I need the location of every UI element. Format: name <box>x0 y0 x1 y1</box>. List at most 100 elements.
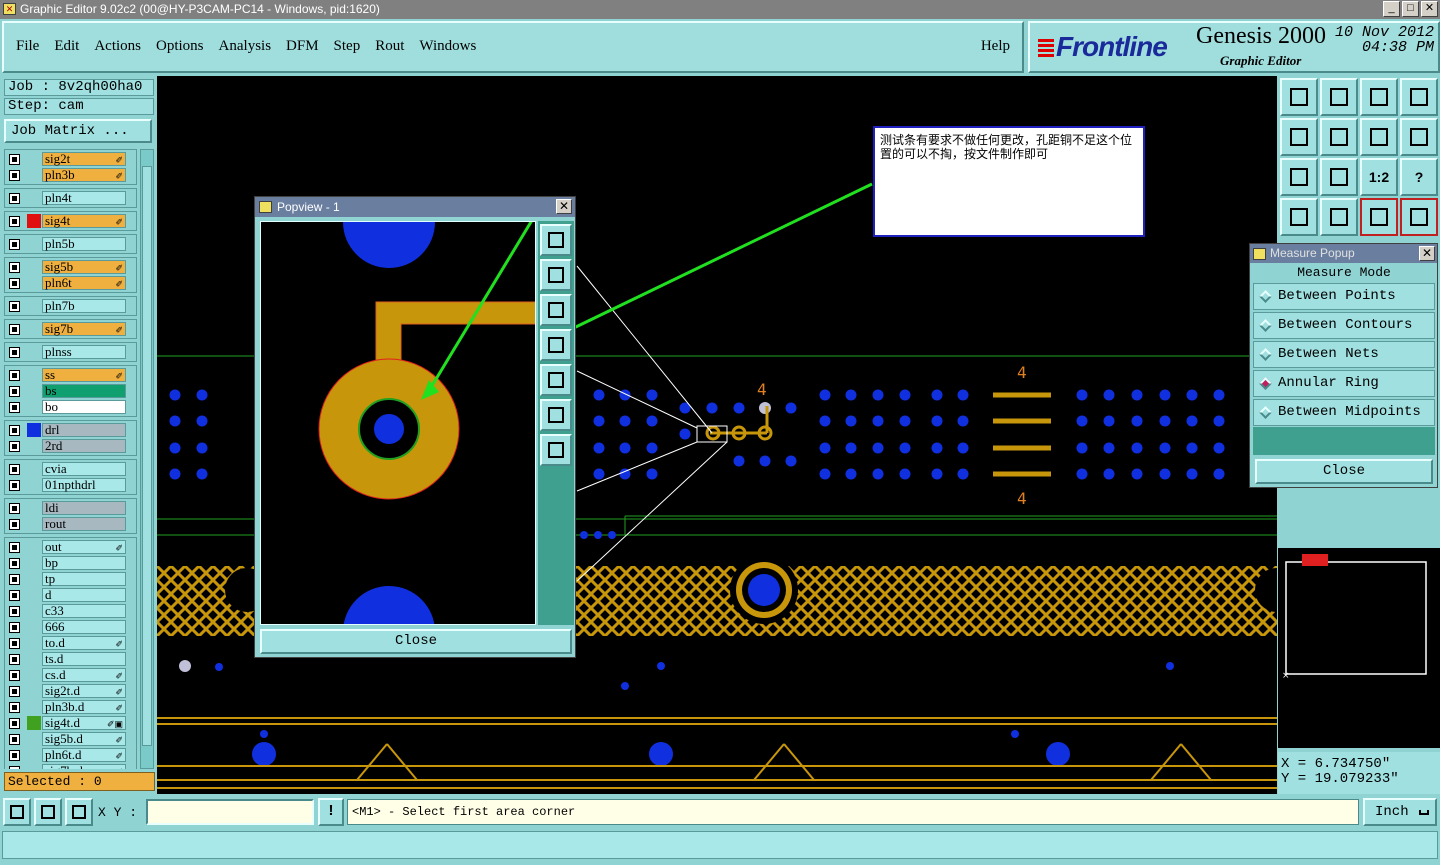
layer-checkbox[interactable] <box>9 425 20 436</box>
layer-row-ss[interactable]: ss ✐ <box>5 367 136 383</box>
layer-checkbox[interactable] <box>9 622 20 633</box>
layer-name[interactable]: pln3b.d ✐ <box>42 700 126 714</box>
layer-checkbox[interactable] <box>9 278 20 289</box>
layer-row-sig2t.d[interactable]: sig2t.d ✐ <box>5 683 136 699</box>
layer-row-plnss[interactable]: plnss <box>5 344 136 360</box>
layer-color-swatch[interactable] <box>27 716 41 730</box>
layer-name[interactable]: sig5b ✐ <box>42 260 126 274</box>
layer-color-swatch[interactable] <box>27 214 41 228</box>
layer-row-2rd[interactable]: 2rd <box>5 438 136 454</box>
layer-name[interactable]: 01npthdrl <box>42 478 126 492</box>
layer-row-sig2t[interactable]: sig2t ✐ <box>5 151 136 167</box>
settings-icon[interactable] <box>1280 198 1318 236</box>
layer-checkbox[interactable] <box>9 154 20 165</box>
layer-checkbox[interactable] <box>9 216 20 227</box>
mirror-icon[interactable] <box>1400 118 1438 156</box>
menu-step[interactable]: Step <box>334 38 361 55</box>
layer-checkbox[interactable] <box>9 324 20 335</box>
layer-checkbox[interactable] <box>9 503 20 514</box>
popview-close-icon[interactable]: ✕ <box>556 199 572 214</box>
layer-row-pln3b[interactable]: pln3b ✐ <box>5 167 136 183</box>
view-indicator[interactable] <box>1302 554 1328 566</box>
layer-name[interactable]: ss ✐ <box>42 368 126 382</box>
layer-row-pln6t[interactable]: pln6t ✐ <box>5 275 136 291</box>
layer-name[interactable]: rout <box>42 517 126 531</box>
popview-zoom-area[interactable] <box>260 221 536 625</box>
layer-checkbox[interactable] <box>9 686 20 697</box>
layer-name[interactable]: c33 <box>42 604 126 618</box>
menu-rout[interactable]: Rout <box>375 38 404 55</box>
layer-checkbox[interactable] <box>9 574 20 585</box>
layer-name[interactable]: cvia <box>42 462 126 476</box>
layer-checkbox[interactable] <box>9 370 20 381</box>
job-matrix-button[interactable]: Job Matrix ... <box>4 119 152 143</box>
layer-name[interactable]: plnss <box>42 345 126 359</box>
xy-input[interactable] <box>146 799 314 825</box>
layer-checkbox[interactable] <box>9 386 20 397</box>
layer-row-pln5b[interactable]: pln5b <box>5 236 136 252</box>
snap-icon[interactable] <box>3 798 31 826</box>
layer-row-cvia[interactable]: cvia <box>5 461 136 477</box>
radio-diamond-icon[interactable] <box>1259 290 1272 303</box>
layer-name[interactable]: d <box>42 588 126 602</box>
layer-row-tp[interactable]: tp <box>5 571 136 587</box>
overview-map[interactable]: × <box>1278 548 1440 748</box>
layer-row-out[interactable]: out ✐ <box>5 539 136 555</box>
layer-name[interactable]: pln6t ✐ <box>42 276 126 290</box>
menu-analysis[interactable]: Analysis <box>219 38 272 55</box>
layer-row-sig4t.d[interactable]: sig4t.d ✐▣ <box>5 715 136 731</box>
measure-option-between-contours[interactable]: Between Contours <box>1253 312 1435 339</box>
close-window-button[interactable]: ✕ <box>1421 1 1438 17</box>
layer-name[interactable]: to.d ✐ <box>42 636 126 650</box>
layer-checkbox[interactable] <box>9 441 20 452</box>
layer-name[interactable]: 2rd <box>42 439 126 453</box>
radio-diamond-icon[interactable] <box>1259 377 1272 390</box>
layer-checkbox[interactable] <box>9 170 20 181</box>
layer-checkbox[interactable] <box>9 606 20 617</box>
layer-checkbox[interactable] <box>9 480 20 491</box>
layer-snap-icon[interactable] <box>1360 198 1398 236</box>
layer-name[interactable]: sig5b.d ✐ <box>42 732 126 746</box>
layer-checkbox[interactable] <box>9 750 20 761</box>
layer-checkbox[interactable] <box>9 638 20 649</box>
layer-name[interactable]: sig7b.d ✐ <box>42 764 126 769</box>
pan-right-icon[interactable] <box>1320 118 1358 156</box>
layer-row-d[interactable]: d <box>5 587 136 603</box>
help-icon[interactable]: ? <box>1400 158 1438 196</box>
menu-actions[interactable]: Actions <box>94 38 141 55</box>
pan-left-icon[interactable] <box>540 329 572 361</box>
layer-name[interactable]: 666 <box>42 620 126 634</box>
measure-icon[interactable] <box>34 798 62 826</box>
layer-checkbox[interactable] <box>9 402 20 413</box>
rotate-icon[interactable] <box>1360 118 1398 156</box>
layer-scrollbar[interactable] <box>140 149 154 769</box>
menu-edit[interactable]: Edit <box>54 38 79 55</box>
pan-down-icon[interactable] <box>1320 78 1358 116</box>
layer-row-sig7b[interactable]: sig7b ✐ <box>5 321 136 337</box>
layer-checkbox[interactable] <box>9 347 20 358</box>
measure-option-annular-ring[interactable]: Annular Ring <box>1253 370 1435 397</box>
layer-checkbox[interactable] <box>9 718 20 729</box>
layer-row-pln3b.d[interactable]: pln3b.d ✐ <box>5 699 136 715</box>
layer-checkbox[interactable] <box>9 464 20 475</box>
layer-row-sig5b.d[interactable]: sig5b.d ✐ <box>5 731 136 747</box>
menu-help[interactable]: Help <box>981 38 1010 55</box>
layer-name[interactable]: sig7b ✐ <box>42 322 126 336</box>
layer-row-pln6t.d[interactable]: pln6t.d ✐ <box>5 747 136 763</box>
layer-row-drl[interactable]: drl <box>5 422 136 438</box>
layer-row-ldi[interactable]: ldi <box>5 500 136 516</box>
pan-up-icon[interactable] <box>540 259 572 291</box>
layer-checkbox[interactable] <box>9 734 20 745</box>
layer-name[interactable]: sig4t.d ✐▣ <box>42 716 126 730</box>
zoom-fit-icon[interactable] <box>1280 158 1318 196</box>
layer-checkbox[interactable] <box>9 670 20 681</box>
zoom-home-icon[interactable] <box>540 434 572 466</box>
layer-name[interactable]: sig4t ✐ <box>42 214 126 228</box>
radio-diamond-icon[interactable] <box>1259 348 1272 361</box>
pan-right-icon[interactable] <box>540 364 572 396</box>
layer-row-cs.d[interactable]: cs.d ✐ <box>5 667 136 683</box>
layer-color-swatch[interactable] <box>27 423 41 437</box>
pan-up-icon[interactable] <box>1280 78 1318 116</box>
layer-row-bp[interactable]: bp <box>5 555 136 571</box>
pan-left-icon[interactable] <box>1280 118 1318 156</box>
